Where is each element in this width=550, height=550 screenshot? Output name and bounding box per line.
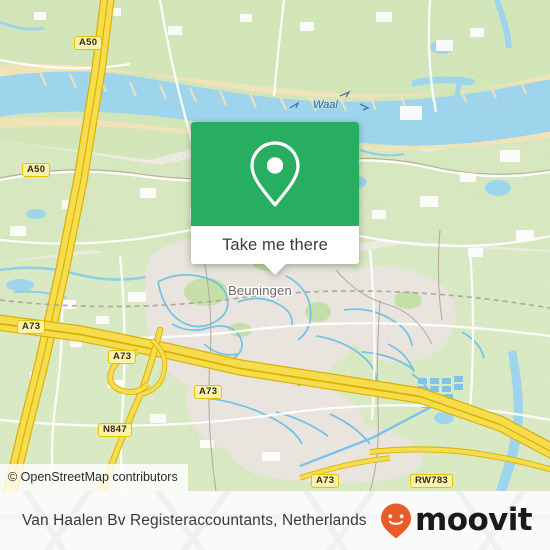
road-shield-a50-west: A50 xyxy=(22,163,51,177)
moovit-wordmark: moovit xyxy=(415,502,533,538)
moovit-brand[interactable]: moovit xyxy=(379,502,533,540)
callout-icon-area xyxy=(191,122,359,226)
road-shield-rw783: RW783 xyxy=(410,474,454,488)
callout-action-area[interactable]: Take me there xyxy=(191,226,359,264)
moovit-place-card: A50 A50 A73 A73 A73 N847 A73 RW783 Beuni… xyxy=(0,0,550,550)
road-shield-a73-mid: A73 xyxy=(108,350,137,364)
road-shield-a73-center: A73 xyxy=(194,385,223,399)
water-label-waal: Waal xyxy=(313,99,338,111)
road-shield-a50-north: A50 xyxy=(74,36,103,50)
road-shield-n847: N847 xyxy=(98,423,132,437)
footer-bar: Van Haalen Bv Registeraccountants, Nethe… xyxy=(0,491,550,550)
place-label-beuningen: Beuningen xyxy=(228,283,292,298)
callout-tail xyxy=(264,264,286,275)
road-shield-a73-west: A73 xyxy=(17,320,46,334)
map-pin-icon xyxy=(250,141,300,207)
map-canvas[interactable]: A50 A50 A73 A73 A73 N847 A73 RW783 Beuni… xyxy=(0,0,550,491)
take-me-there-callout[interactable]: Take me there xyxy=(191,122,359,275)
map-attribution[interactable]: © OpenStreetMap contributors xyxy=(0,464,188,491)
moovit-smiley-pin-icon xyxy=(381,503,412,538)
place-title: Van Haalen Bv Registeraccountants, Nethe… xyxy=(22,511,367,529)
road-shield-a73-south: A73 xyxy=(311,474,340,488)
take-me-there-label: Take me there xyxy=(222,235,328,254)
